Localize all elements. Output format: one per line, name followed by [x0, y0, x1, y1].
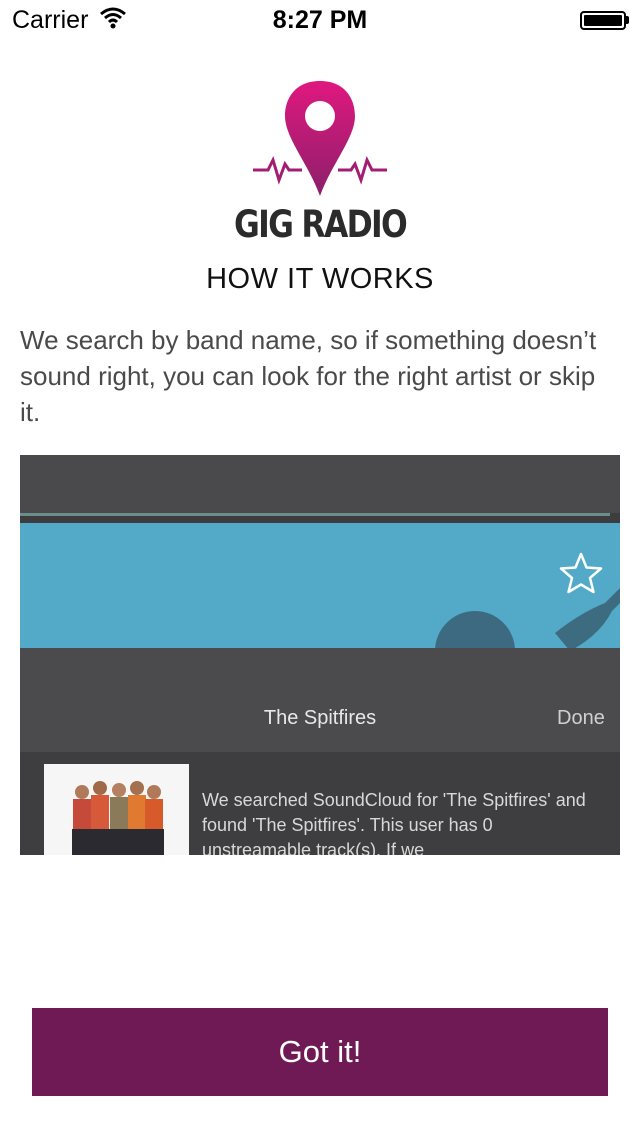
- battery-cap: [626, 16, 629, 24]
- preview-title: The Spitfires: [263, 707, 377, 729]
- preview-description: We searched SoundCloud for 'The Spitfire…: [202, 790, 586, 855]
- banner-figure: [435, 611, 515, 648]
- preview-divider: [20, 513, 610, 516]
- got-it-button[interactable]: Got it!: [32, 1008, 608, 1096]
- preview-banner: [20, 523, 620, 648]
- star-outline-icon: [559, 552, 603, 594]
- status-time: 8:27 PM: [272, 6, 368, 34]
- description-text: We search by band name, so if something …: [20, 325, 597, 427]
- preview-nav-bar: [20, 648, 620, 752]
- page-title: HOW IT WORKS: [206, 263, 434, 295]
- battery-icon: [580, 11, 626, 30]
- band-photo: [44, 764, 189, 855]
- status-bar: Carrier 8:27 PM: [0, 0, 640, 40]
- preview-image: The Spitfires Done We searched SoundClou…: [20, 455, 620, 855]
- brand-name: GIG RADIO: [233, 203, 408, 246]
- preview-done-label: Done: [557, 707, 605, 729]
- location-pin-pulse-icon: [250, 78, 390, 203]
- preview-top-bar: [20, 455, 620, 513]
